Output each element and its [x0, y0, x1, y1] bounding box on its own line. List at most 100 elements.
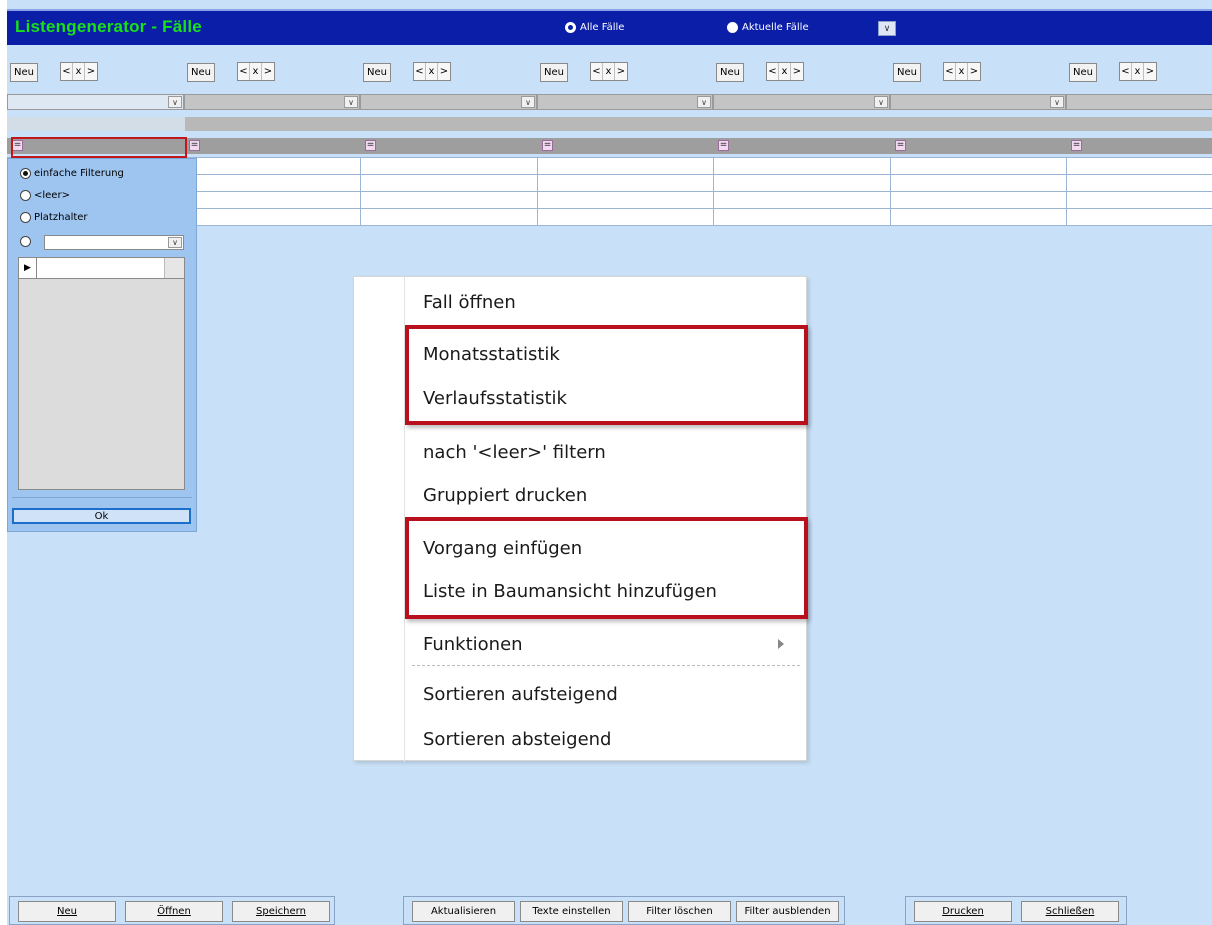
mode-dropdown-button[interactable]: ∨ — [878, 21, 896, 36]
chevron-down-icon[interactable]: ∨ — [168, 237, 182, 248]
chevron-down-icon[interactable]: ∨ — [697, 96, 711, 108]
filter-operator-button[interactable]: = — [189, 140, 200, 151]
chevron-down-icon[interactable]: ∨ — [1050, 96, 1064, 108]
menu-item-functions[interactable]: Funktionen — [423, 634, 523, 655]
column-nav-group: < x > — [1119, 62, 1157, 81]
column-new-button[interactable]: Neu — [1069, 62, 1097, 82]
filter-option-empty-label: <leer> — [34, 190, 70, 201]
column-field-combo[interactable]: ∨ — [1066, 94, 1212, 110]
column-field-combo[interactable]: ∨ — [184, 94, 360, 110]
menu-item-sort-descending[interactable]: Sortieren absteigend — [423, 729, 611, 750]
remove-column-button[interactable]: x — [603, 63, 615, 80]
move-right-button[interactable]: > — [85, 63, 97, 80]
column-nav-group: < x > — [943, 62, 981, 81]
radio-unselected-icon — [20, 190, 31, 201]
new-button[interactable]: Neu — [18, 901, 116, 922]
column-field-combo[interactable]: ∨ — [890, 94, 1066, 110]
highlight-statistics-group — [405, 325, 808, 425]
close-button[interactable]: Schließen — [1021, 901, 1119, 922]
column-caption-row — [7, 117, 1212, 131]
menu-separator — [412, 665, 800, 666]
move-right-button[interactable]: > — [791, 63, 803, 80]
remove-column-button[interactable]: x — [250, 63, 262, 80]
move-left-button[interactable]: < — [591, 63, 603, 80]
move-right-button[interactable]: > — [1144, 63, 1156, 80]
move-left-button[interactable]: < — [61, 63, 73, 80]
filter-option-empty[interactable]: <leer> — [20, 190, 70, 201]
column-nav-group: < x > — [590, 62, 628, 81]
move-left-button[interactable]: < — [414, 63, 426, 80]
move-left-button[interactable]: < — [1120, 63, 1132, 80]
save-button[interactable]: Speichern — [232, 901, 330, 922]
move-left-button[interactable]: < — [767, 63, 779, 80]
list-generator-window: Listengenerator - Fälle Alle Fälle Aktue… — [7, 0, 1212, 925]
chevron-down-icon[interactable]: ∨ — [168, 96, 182, 108]
highlight-insert-group — [405, 517, 808, 619]
column-field-combo[interactable]: ∨ — [537, 94, 713, 110]
print-button[interactable]: Drucken — [914, 901, 1012, 922]
open-button[interactable]: Öffnen — [125, 901, 223, 922]
column-toolbar: Neu < x > — [540, 62, 710, 82]
column-new-button[interactable]: Neu — [187, 62, 215, 82]
radio-unselected-icon — [20, 236, 31, 247]
move-right-button[interactable]: > — [262, 63, 274, 80]
column-new-button[interactable]: Neu — [893, 62, 921, 82]
clear-filter-button[interactable]: Filter löschen — [628, 901, 731, 922]
radio-all-cases[interactable]: Alle Fälle — [565, 22, 624, 33]
column-header-combos: ∨∨∨∨∨∨∨ — [7, 94, 1212, 110]
list-item[interactable]: ▶ — [19, 258, 184, 279]
remove-column-button[interactable]: x — [426, 63, 438, 80]
row-pointer-icon: ▶ — [19, 258, 37, 278]
set-texts-button[interactable]: Texte einstellen — [520, 901, 623, 922]
chevron-down-icon[interactable]: ∨ — [344, 96, 358, 108]
refresh-button[interactable]: Aktualisieren — [412, 901, 515, 922]
column-filter-row: = = = = = = = — [7, 138, 1212, 154]
chevron-down-icon[interactable]: ∨ — [874, 96, 888, 108]
chevron-down-icon[interactable]: ∨ — [521, 96, 535, 108]
radio-all-cases-label: Alle Fälle — [580, 22, 625, 33]
column-new-button[interactable]: Neu — [716, 62, 744, 82]
filter-operator-button[interactable]: = — [365, 140, 376, 151]
column-nav-group: < x > — [766, 62, 804, 81]
remove-column-button[interactable]: x — [73, 63, 85, 80]
menu-item-filter-empty[interactable]: nach '<leer>' filtern — [423, 442, 606, 463]
move-right-button[interactable]: > — [438, 63, 450, 80]
filter-option-placeholder-label: Platzhalter — [34, 212, 88, 223]
filter-value-list[interactable]: ▶ — [18, 257, 185, 490]
remove-column-button[interactable]: x — [1132, 63, 1144, 80]
column-toolbar: Neu < x > — [363, 62, 533, 82]
remove-column-button[interactable]: x — [779, 63, 791, 80]
filter-operator-button[interactable]: = — [1071, 140, 1082, 151]
ok-button[interactable]: Ok — [12, 508, 191, 524]
filter-value-combo[interactable]: ∨ — [44, 235, 184, 250]
remove-column-button[interactable]: x — [956, 63, 968, 80]
column-new-button[interactable]: Neu — [540, 62, 568, 82]
filter-cell-highlight — [11, 137, 187, 158]
title-bar: Listengenerator - Fälle Alle Fälle Aktue… — [7, 9, 1212, 45]
menu-item-open-case[interactable]: Fall öffnen — [423, 292, 516, 313]
move-right-button[interactable]: > — [615, 63, 627, 80]
column-field-combo[interactable]: ∨ — [713, 94, 890, 110]
filter-operator-button[interactable]: = — [895, 140, 906, 151]
filter-operator-button[interactable]: = — [718, 140, 729, 151]
radio-current-cases-label: Aktuelle Fälle — [742, 22, 809, 33]
radio-current-cases[interactable]: Aktuelle Fälle — [727, 22, 809, 33]
column-field-combo[interactable]: ∨ — [7, 94, 184, 110]
radio-selected-icon — [565, 22, 576, 33]
hide-filter-button[interactable]: Filter ausblenden — [736, 901, 839, 922]
filter-option-simple[interactable]: einfache Filterung — [20, 168, 124, 179]
move-left-button[interactable]: < — [238, 63, 250, 80]
chevron-down-icon: ∨ — [883, 23, 891, 34]
column-field-combo[interactable]: ∨ — [360, 94, 537, 110]
move-left-button[interactable]: < — [944, 63, 956, 80]
menu-item-sort-ascending[interactable]: Sortieren aufsteigend — [423, 684, 618, 705]
view-button-group: Aktualisieren Texte einstellen Filter lö… — [403, 896, 845, 925]
filter-option-custom[interactable] — [20, 236, 31, 247]
filter-option-placeholder[interactable]: Platzhalter — [20, 212, 88, 223]
menu-item-grouped-print[interactable]: Gruppiert drucken — [423, 485, 587, 506]
filter-operator-button[interactable]: = — [542, 140, 553, 151]
move-right-button[interactable]: > — [968, 63, 980, 80]
filter-panel: einfache Filterung <leer> Platzhalter ∨ … — [7, 158, 197, 532]
column-new-button[interactable]: Neu — [10, 62, 38, 82]
column-new-button[interactable]: Neu — [363, 62, 391, 82]
